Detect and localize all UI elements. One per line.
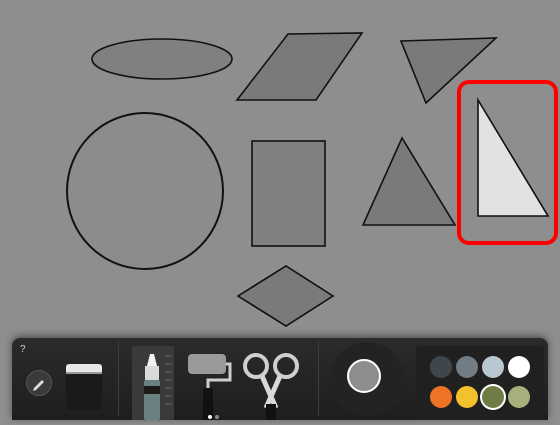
eraser-icon [66,364,102,410]
ellipse-shape[interactable] [91,38,233,80]
diamond-shape[interactable] [236,265,335,327]
page-dot[interactable] [208,415,212,419]
color-wheel[interactable] [330,342,404,416]
swatch-orange[interactable] [430,386,452,408]
swatch-steel-grey[interactable] [456,356,478,378]
pencil-settings-button[interactable] [26,370,52,396]
rectangle-shape[interactable] [251,140,326,247]
toolbar: ? [12,338,548,420]
current-color-indicator [347,359,381,393]
circle-shape[interactable] [66,112,224,270]
marker-pen-icon [144,354,172,420]
pen-tool[interactable] [132,346,174,420]
scissors-tool[interactable] [240,348,304,420]
right-triangle-shape[interactable] [477,97,550,217]
parallelogram-shape[interactable] [235,32,364,101]
swatch-pale-blue[interactable] [482,356,504,378]
toolbar-divider [318,342,319,416]
tool-page-indicator [208,406,222,424]
drawing-canvas[interactable] [0,0,560,340]
eraser-tool[interactable] [64,358,104,412]
help-button[interactable]: ? [20,344,26,355]
swatch-yellow[interactable] [456,386,478,408]
pencil-icon [33,380,44,391]
swatch-olive[interactable] [482,386,504,408]
swatch-sage[interactable] [508,386,530,408]
inverted-triangle-shape[interactable] [399,37,499,105]
color-palette [416,346,544,420]
swatch-white[interactable] [508,356,530,378]
swatch-dark-slate[interactable] [430,356,452,378]
toolbar-divider [118,342,119,416]
triangle-shape[interactable] [361,136,457,226]
page-dot[interactable] [215,415,219,419]
scissors-icon [243,353,299,420]
